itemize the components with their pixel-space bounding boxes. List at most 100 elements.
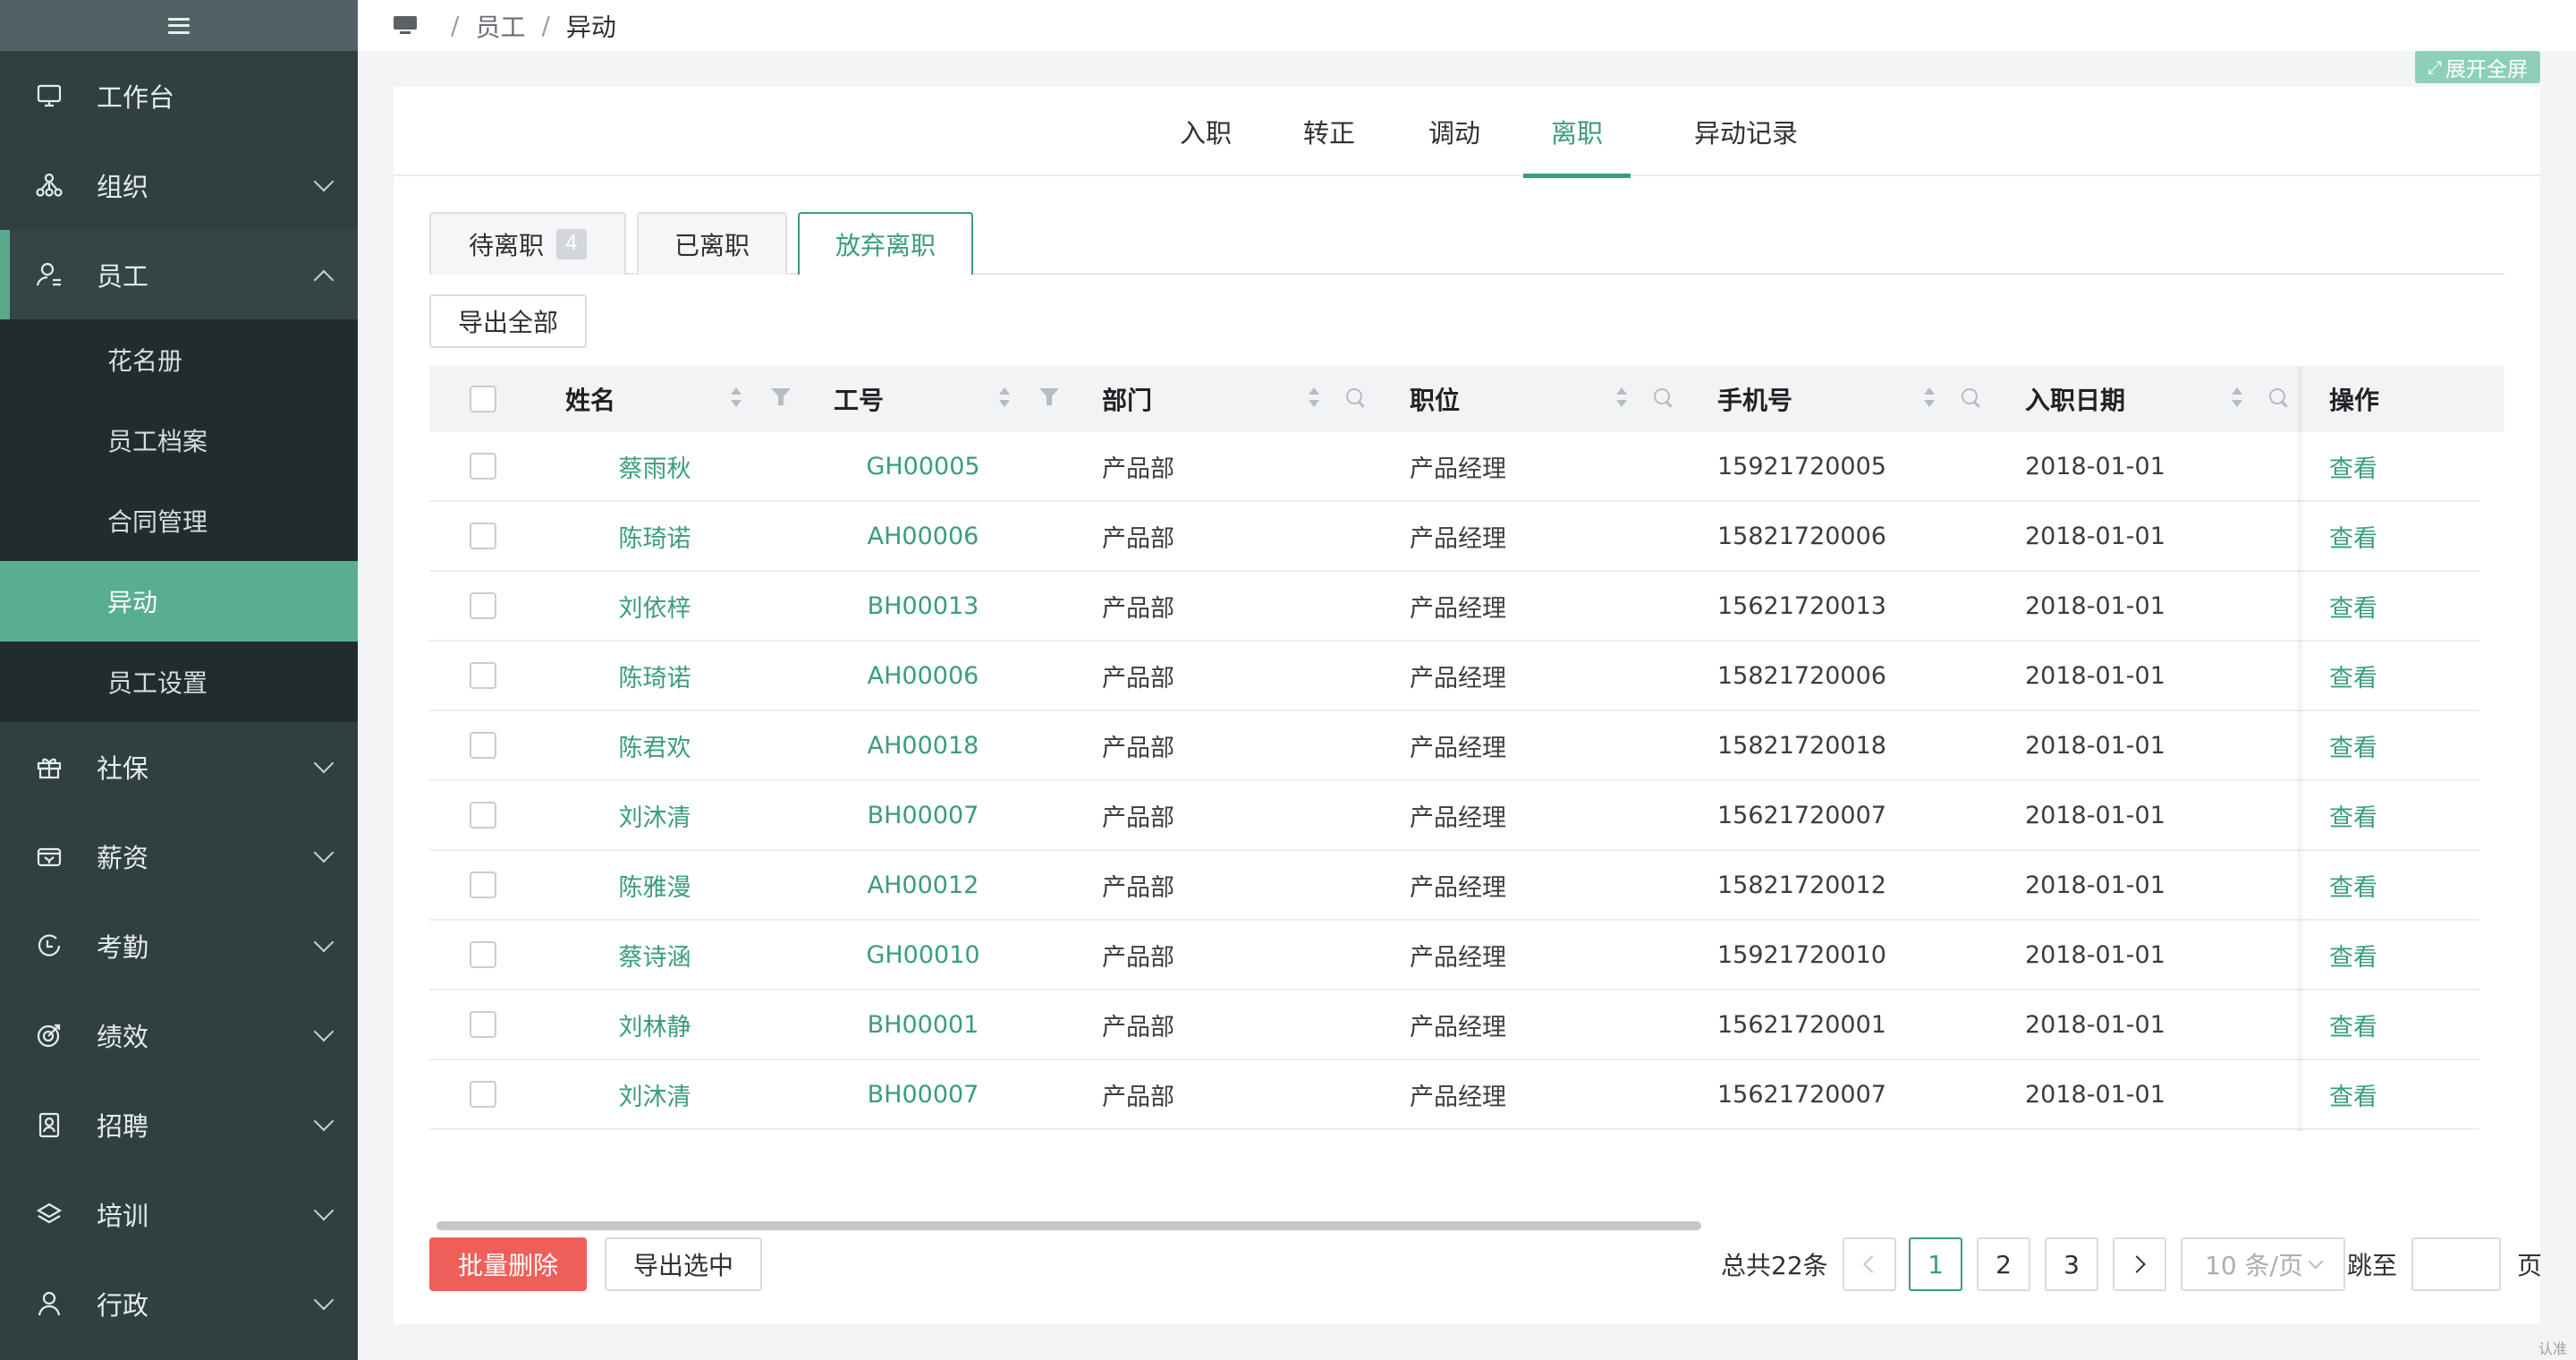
header-hire-date[interactable]: 入职日期 <box>2025 366 2186 432</box>
cell-name[interactable]: 陈君欢 <box>521 711 789 779</box>
cell-name[interactable]: 刘依梓 <box>521 572 789 640</box>
sidebar-item-org[interactable]: 组织 <box>0 140 358 230</box>
row-checkbox[interactable] <box>470 523 496 549</box>
sort-icon[interactable] <box>1308 386 1320 412</box>
sidebar-item-recruitment[interactable]: 招聘 <box>0 1080 358 1169</box>
tab-regularization[interactable]: 转正 <box>1293 87 1365 176</box>
sidebar-item-workbench[interactable]: 工作台 <box>0 51 358 140</box>
row-checkbox[interactable] <box>470 1081 496 1108</box>
cell-id[interactable]: BH00007 <box>789 781 1057 849</box>
cell-name[interactable]: 陈琦诺 <box>521 642 789 710</box>
cell-id[interactable]: AH00012 <box>789 851 1057 919</box>
sort-icon[interactable] <box>998 386 1011 412</box>
row-checkbox[interactable] <box>470 592 496 619</box>
page-button-3[interactable]: 3 <box>2045 1237 2098 1291</box>
sort-icon[interactable] <box>2231 386 2243 412</box>
cell-id[interactable]: GH00010 <box>789 921 1057 989</box>
sidebar-item-employee[interactable]: 员工 <box>0 230 358 319</box>
header-phone[interactable]: 手机号 <box>1717 366 1878 432</box>
sort-icon[interactable] <box>730 386 742 412</box>
cell-id[interactable]: BH00007 <box>789 1060 1057 1128</box>
cell-id[interactable]: AH00006 <box>789 642 1057 710</box>
select-all-checkbox[interactable] <box>470 386 496 412</box>
cell-id[interactable]: BH00001 <box>789 990 1057 1058</box>
tab-transfer[interactable]: 调动 <box>1419 87 1490 176</box>
fullscreen-button[interactable]: ⤢ 展开全屏 <box>2415 51 2540 83</box>
row-checkbox[interactable] <box>470 871 496 898</box>
sidebar-item-training[interactable]: 培训 <box>0 1169 358 1259</box>
subtab-resigned[interactable]: 已离职 <box>637 212 787 275</box>
view-link[interactable]: 查看 <box>2329 642 2454 710</box>
view-link[interactable]: 查看 <box>2329 990 2454 1058</box>
cell-name[interactable]: 陈琦诺 <box>521 502 789 570</box>
jump-page-input[interactable] <box>2411 1237 2501 1291</box>
cell-name[interactable]: 刘林静 <box>521 990 789 1058</box>
header-position[interactable]: 职位 <box>1410 366 1571 432</box>
prev-page-button[interactable] <box>1843 1237 1896 1291</box>
sidebar-item-social-security[interactable]: 社保 <box>0 722 358 812</box>
sidebar-item-performance[interactable]: 绩效 <box>0 990 358 1080</box>
row-checkbox[interactable] <box>470 732 496 759</box>
view-link[interactable]: 查看 <box>2329 572 2454 640</box>
page-button-1[interactable]: 1 <box>1909 1237 1962 1291</box>
search-icon[interactable] <box>1961 387 1982 409</box>
search-icon[interactable] <box>1345 387 1367 409</box>
page-size-select[interactable]: 10 条/页 <box>2181 1237 2345 1291</box>
view-link[interactable]: 查看 <box>2329 781 2454 849</box>
row-checkbox[interactable] <box>470 662 496 689</box>
row-checkbox[interactable] <box>470 802 496 829</box>
header-dept[interactable]: 部门 <box>1102 366 1263 432</box>
tab-onboarding[interactable]: 入职 <box>1170 87 1241 176</box>
view-link[interactable]: 查看 <box>2329 432 2454 500</box>
submenu-item-roster[interactable]: 花名册 <box>0 319 358 400</box>
submenu-item-contracts[interactable]: 合同管理 <box>0 480 358 561</box>
subtab-pending-resignation[interactable]: 待离职 4 <box>429 212 626 275</box>
row-checkbox[interactable] <box>470 941 496 968</box>
sidebar-item-attendance[interactable]: 考勤 <box>0 901 358 990</box>
cell-name[interactable]: 蔡雨秋 <box>521 432 789 500</box>
search-icon[interactable] <box>1653 387 1674 409</box>
view-link[interactable]: 查看 <box>2329 851 2454 919</box>
filter-icon[interactable] <box>1039 386 1059 405</box>
cell-name[interactable]: 蔡诗涵 <box>521 921 789 989</box>
header-id[interactable]: 工号 <box>834 366 959 432</box>
cell-name[interactable]: 刘沐清 <box>521 781 789 849</box>
submenu-item-files[interactable]: 员工档案 <box>0 400 358 480</box>
sort-icon[interactable] <box>1923 386 1936 412</box>
batch-delete-button[interactable]: 批量删除 <box>429 1237 587 1291</box>
header-name[interactable]: 姓名 <box>565 366 691 432</box>
cell-id[interactable]: BH00013 <box>789 572 1057 640</box>
breadcrumb-employee[interactable]: 员工 <box>475 8 525 44</box>
breadcrumb: / 员工 / 异动 <box>358 0 2576 51</box>
view-link[interactable]: 查看 <box>2329 502 2454 570</box>
cell-id[interactable]: AH00006 <box>789 502 1057 570</box>
tab-resignation[interactable]: 离职 <box>1523 87 1631 178</box>
tab-change-records[interactable]: 异动记录 <box>1674 87 1818 176</box>
page-button-2[interactable]: 2 <box>1977 1237 2030 1291</box>
view-link[interactable]: 查看 <box>2329 1060 2454 1128</box>
sort-icon[interactable] <box>1615 386 1628 412</box>
cell-name[interactable]: 刘沐清 <box>521 1060 789 1128</box>
sidebar-item-salary[interactable]: 薪资 <box>0 812 358 901</box>
subtab-abandoned[interactable]: 放弃离职 <box>798 212 973 275</box>
submenu-item-changes[interactable]: 异动 <box>0 561 358 642</box>
export-all-button[interactable]: 导出全部 <box>429 294 587 348</box>
horizontal-scrollbar[interactable] <box>436 1221 1701 1230</box>
view-link[interactable]: 查看 <box>2329 711 2454 779</box>
search-icon[interactable] <box>2268 387 2290 409</box>
filter-icon[interactable] <box>771 386 791 405</box>
view-link[interactable]: 查看 <box>2329 921 2454 989</box>
menu-toggle-button[interactable] <box>0 0 358 51</box>
sidebar-item-admin[interactable]: 行政 <box>0 1259 358 1348</box>
cell-id[interactable]: GH00005 <box>789 432 1057 500</box>
cell-name[interactable]: 陈雅漫 <box>521 851 789 919</box>
cell-id[interactable]: AH00018 <box>789 711 1057 779</box>
export-selected-button[interactable]: 导出选中 <box>605 1237 762 1291</box>
next-page-button[interactable] <box>2113 1237 2166 1291</box>
row-checkbox[interactable] <box>470 1011 496 1038</box>
home-monitor-icon[interactable] <box>394 15 417 36</box>
cell-phone: 15821720006 <box>1717 522 1886 550</box>
submenu-item-settings[interactable]: 员工设置 <box>0 642 358 722</box>
row-checkbox[interactable] <box>470 453 496 480</box>
clock-icon <box>34 931 64 961</box>
